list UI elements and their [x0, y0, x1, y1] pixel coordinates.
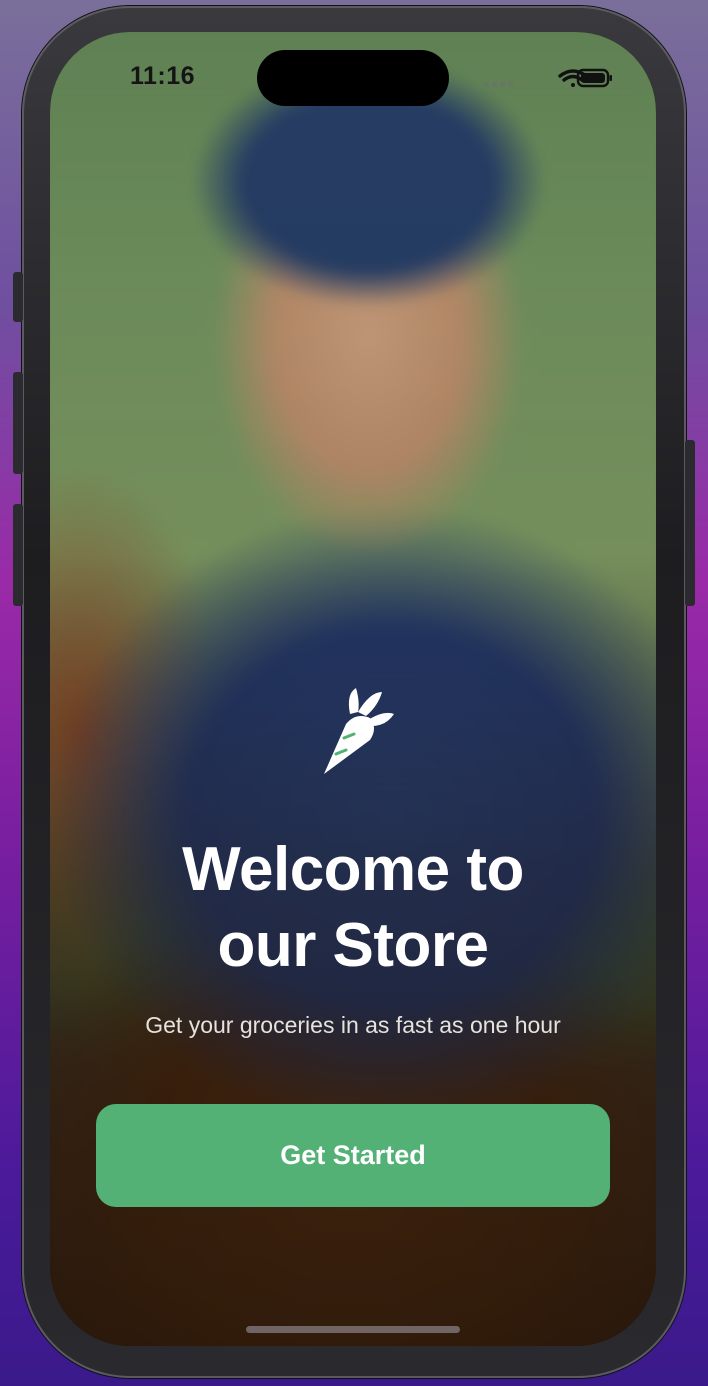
home-indicator[interactable] [246, 1326, 460, 1333]
get-started-label: Get Started [280, 1140, 426, 1170]
welcome-title: Welcome to our Store [50, 832, 656, 984]
welcome-title-line1: Welcome to [182, 835, 524, 904]
volume-down-button [13, 504, 23, 606]
welcome-title-line2: our Store [217, 911, 489, 980]
get-started-button[interactable]: Get Started [96, 1104, 610, 1207]
status-time: 11:16 [130, 62, 196, 90]
welcome-subtitle: Get your groceries in as fast as one hou… [145, 1012, 561, 1038]
power-button [685, 440, 695, 606]
dynamic-island [257, 50, 449, 106]
status-icons [482, 66, 612, 92]
cellular-signal-icon [484, 82, 513, 87]
app-screen: 11:16 Welcome to our Store Get your groc… [50, 32, 656, 1346]
action-button [13, 272, 23, 322]
volume-up-button [13, 372, 23, 474]
carrot-logo-icon [324, 688, 394, 774]
